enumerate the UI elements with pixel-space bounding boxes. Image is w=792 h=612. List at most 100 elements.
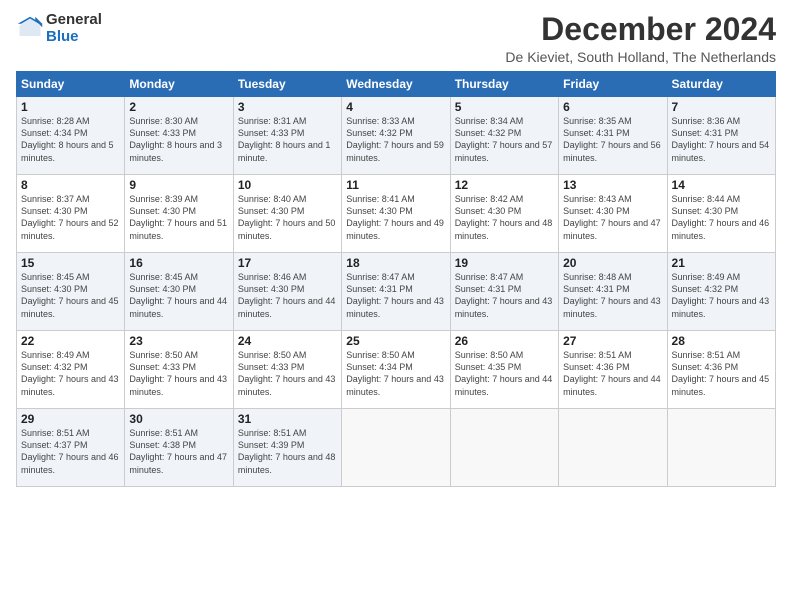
daylight: Daylight: 7 hours and 51 minutes. — [129, 218, 227, 240]
day-info: Sunrise: 8:45 AM Sunset: 4:30 PM Dayligh… — [21, 271, 120, 320]
day-cell: 3 Sunrise: 8:31 AM Sunset: 4:33 PM Dayli… — [233, 97, 341, 175]
daylight: Daylight: 7 hours and 45 minutes. — [672, 374, 770, 396]
day-cell — [667, 409, 775, 487]
day-cell: 8 Sunrise: 8:37 AM Sunset: 4:30 PM Dayli… — [17, 175, 125, 253]
sunset: Sunset: 4:30 PM — [238, 284, 305, 294]
day-info: Sunrise: 8:31 AM Sunset: 4:33 PM Dayligh… — [238, 115, 337, 164]
sunrise: Sunrise: 8:50 AM — [346, 350, 415, 360]
sunset: Sunset: 4:39 PM — [238, 440, 305, 450]
daylight: Daylight: 7 hours and 46 minutes. — [672, 218, 770, 240]
daylight: Daylight: 7 hours and 43 minutes. — [672, 296, 770, 318]
day-cell: 24 Sunrise: 8:50 AM Sunset: 4:33 PM Dayl… — [233, 331, 341, 409]
day-info: Sunrise: 8:49 AM Sunset: 4:32 PM Dayligh… — [672, 271, 771, 320]
day-cell: 6 Sunrise: 8:35 AM Sunset: 4:31 PM Dayli… — [559, 97, 667, 175]
day-info: Sunrise: 8:51 AM Sunset: 4:37 PM Dayligh… — [21, 427, 120, 476]
daylight: Daylight: 7 hours and 43 minutes. — [238, 374, 336, 396]
day-number: 29 — [21, 412, 120, 426]
day-cell: 15 Sunrise: 8:45 AM Sunset: 4:30 PM Dayl… — [17, 253, 125, 331]
day-number: 10 — [238, 178, 337, 192]
sunset: Sunset: 4:33 PM — [238, 362, 305, 372]
logo: General Blue — [16, 12, 102, 45]
sunrise: Sunrise: 8:36 AM — [672, 116, 741, 126]
sunrise: Sunrise: 8:47 AM — [346, 272, 415, 282]
logo-icon — [16, 15, 44, 43]
daylight: Daylight: 7 hours and 43 minutes. — [21, 374, 119, 396]
week-row-3: 15 Sunrise: 8:45 AM Sunset: 4:30 PM Dayl… — [17, 253, 776, 331]
day-info: Sunrise: 8:30 AM Sunset: 4:33 PM Dayligh… — [129, 115, 228, 164]
daylight: Daylight: 7 hours and 44 minutes. — [238, 296, 336, 318]
day-info: Sunrise: 8:42 AM Sunset: 4:30 PM Dayligh… — [455, 193, 554, 242]
header-thursday: Thursday — [450, 72, 558, 97]
sunrise: Sunrise: 8:44 AM — [672, 194, 741, 204]
day-number: 2 — [129, 100, 228, 114]
sunrise: Sunrise: 8:51 AM — [129, 428, 198, 438]
sunset: Sunset: 4:32 PM — [455, 128, 522, 138]
day-cell: 22 Sunrise: 8:49 AM Sunset: 4:32 PM Dayl… — [17, 331, 125, 409]
day-number: 16 — [129, 256, 228, 270]
day-info: Sunrise: 8:50 AM Sunset: 4:33 PM Dayligh… — [129, 349, 228, 398]
sunset: Sunset: 4:30 PM — [129, 284, 196, 294]
daylight: Daylight: 7 hours and 43 minutes. — [129, 374, 227, 396]
sunrise: Sunrise: 8:51 AM — [563, 350, 632, 360]
sunset: Sunset: 4:32 PM — [346, 128, 413, 138]
sunset: Sunset: 4:31 PM — [672, 128, 739, 138]
day-number: 26 — [455, 334, 554, 348]
sunset: Sunset: 4:34 PM — [21, 128, 88, 138]
day-number: 15 — [21, 256, 120, 270]
sunrise: Sunrise: 8:51 AM — [672, 350, 741, 360]
week-row-5: 29 Sunrise: 8:51 AM Sunset: 4:37 PM Dayl… — [17, 409, 776, 487]
day-info: Sunrise: 8:43 AM Sunset: 4:30 PM Dayligh… — [563, 193, 662, 242]
daylight: Daylight: 7 hours and 54 minutes. — [672, 140, 770, 162]
day-number: 27 — [563, 334, 662, 348]
day-info: Sunrise: 8:51 AM Sunset: 4:36 PM Dayligh… — [563, 349, 662, 398]
daylight: Daylight: 7 hours and 44 minutes. — [129, 296, 227, 318]
sunset: Sunset: 4:33 PM — [129, 128, 196, 138]
daylight: Daylight: 7 hours and 43 minutes. — [346, 374, 444, 396]
day-number: 28 — [672, 334, 771, 348]
sunrise: Sunrise: 8:50 AM — [129, 350, 198, 360]
day-cell: 26 Sunrise: 8:50 AM Sunset: 4:35 PM Dayl… — [450, 331, 558, 409]
day-info: Sunrise: 8:36 AM Sunset: 4:31 PM Dayligh… — [672, 115, 771, 164]
day-cell: 14 Sunrise: 8:44 AM Sunset: 4:30 PM Dayl… — [667, 175, 775, 253]
day-info: Sunrise: 8:44 AM Sunset: 4:30 PM Dayligh… — [672, 193, 771, 242]
sunrise: Sunrise: 8:51 AM — [21, 428, 90, 438]
day-number: 4 — [346, 100, 445, 114]
sunset: Sunset: 4:31 PM — [563, 128, 630, 138]
daylight: Daylight: 8 hours and 1 minute. — [238, 140, 331, 162]
sunset: Sunset: 4:38 PM — [129, 440, 196, 450]
day-cell: 25 Sunrise: 8:50 AM Sunset: 4:34 PM Dayl… — [342, 331, 450, 409]
day-cell: 28 Sunrise: 8:51 AM Sunset: 4:36 PM Dayl… — [667, 331, 775, 409]
sunrise: Sunrise: 8:35 AM — [563, 116, 632, 126]
day-info: Sunrise: 8:40 AM Sunset: 4:30 PM Dayligh… — [238, 193, 337, 242]
calendar-page: General Blue December 2024 De Kieviet, S… — [0, 0, 792, 612]
day-number: 11 — [346, 178, 445, 192]
sunset: Sunset: 4:36 PM — [563, 362, 630, 372]
sunset: Sunset: 4:35 PM — [455, 362, 522, 372]
sunset: Sunset: 4:33 PM — [238, 128, 305, 138]
day-info: Sunrise: 8:50 AM Sunset: 4:35 PM Dayligh… — [455, 349, 554, 398]
sunset: Sunset: 4:30 PM — [21, 206, 88, 216]
day-info: Sunrise: 8:45 AM Sunset: 4:30 PM Dayligh… — [129, 271, 228, 320]
sunrise: Sunrise: 8:50 AM — [238, 350, 307, 360]
sunset: Sunset: 4:30 PM — [672, 206, 739, 216]
daylight: Daylight: 7 hours and 45 minutes. — [21, 296, 119, 318]
day-cell: 19 Sunrise: 8:47 AM Sunset: 4:31 PM Dayl… — [450, 253, 558, 331]
day-number: 1 — [21, 100, 120, 114]
day-info: Sunrise: 8:48 AM Sunset: 4:31 PM Dayligh… — [563, 271, 662, 320]
day-info: Sunrise: 8:47 AM Sunset: 4:31 PM Dayligh… — [455, 271, 554, 320]
day-number: 6 — [563, 100, 662, 114]
day-cell: 16 Sunrise: 8:45 AM Sunset: 4:30 PM Dayl… — [125, 253, 233, 331]
header-sunday: Sunday — [17, 72, 125, 97]
day-number: 25 — [346, 334, 445, 348]
day-number: 7 — [672, 100, 771, 114]
sunset: Sunset: 4:30 PM — [346, 206, 413, 216]
sunset: Sunset: 4:32 PM — [672, 284, 739, 294]
header-saturday: Saturday — [667, 72, 775, 97]
header-friday: Friday — [559, 72, 667, 97]
day-number: 5 — [455, 100, 554, 114]
daylight: Daylight: 7 hours and 44 minutes. — [563, 374, 661, 396]
day-cell: 18 Sunrise: 8:47 AM Sunset: 4:31 PM Dayl… — [342, 253, 450, 331]
day-info: Sunrise: 8:46 AM Sunset: 4:30 PM Dayligh… — [238, 271, 337, 320]
sunset: Sunset: 4:30 PM — [563, 206, 630, 216]
sunset: Sunset: 4:33 PM — [129, 362, 196, 372]
